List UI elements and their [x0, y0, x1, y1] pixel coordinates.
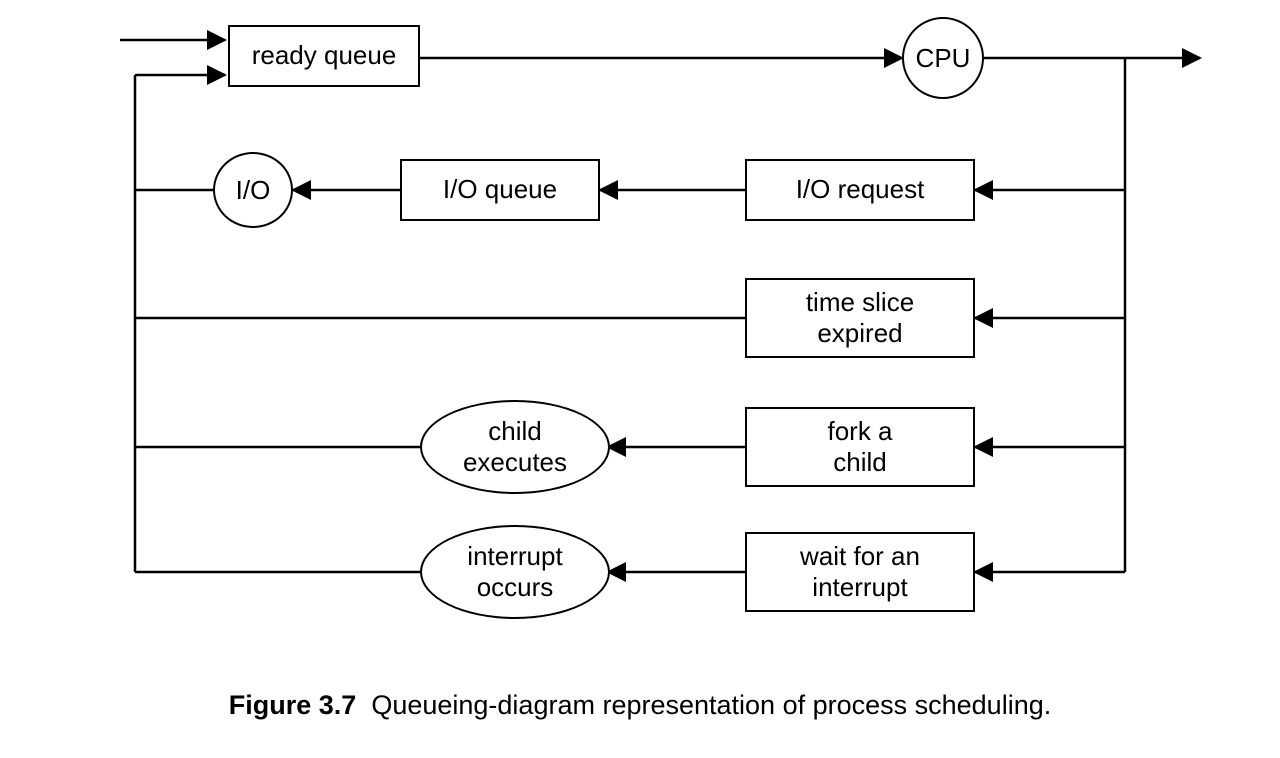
interrupt-occurs-label: interrupt occurs: [467, 541, 562, 603]
fork-child-label: fork a child: [827, 416, 892, 478]
cpu-label: CPU: [916, 43, 971, 74]
wait-interrupt-box: wait for an interrupt: [745, 532, 975, 612]
figure-caption-text: Queueing-diagram representation of proce…: [371, 690, 1051, 720]
child-executes-label: child executes: [463, 416, 567, 478]
io-queue-box: I/O queue: [400, 159, 600, 221]
child-executes-ellipse: child executes: [420, 400, 610, 494]
io-request-label: I/O request: [796, 174, 925, 205]
ready-queue-box: ready queue: [228, 25, 420, 87]
io-circle: I/O: [213, 152, 293, 228]
figure-caption: Figure 3.7 Queueing-diagram representati…: [0, 690, 1280, 721]
diagram-canvas: ready queue CPU I/O I/O queue I/O reques…: [0, 0, 1280, 758]
ready-queue-label: ready queue: [252, 40, 397, 71]
io-request-box: I/O request: [745, 159, 975, 221]
interrupt-occurs-ellipse: interrupt occurs: [420, 525, 610, 619]
wait-interrupt-label: wait for an interrupt: [800, 541, 920, 603]
fork-child-box: fork a child: [745, 407, 975, 487]
figure-number: Figure 3.7: [229, 690, 357, 720]
connector-lines: [0, 0, 1280, 758]
cpu-circle: CPU: [902, 17, 984, 99]
time-slice-box: time slice expired: [745, 278, 975, 358]
time-slice-label: time slice expired: [806, 287, 914, 349]
io-label: I/O: [236, 175, 271, 206]
io-queue-label: I/O queue: [443, 174, 557, 205]
